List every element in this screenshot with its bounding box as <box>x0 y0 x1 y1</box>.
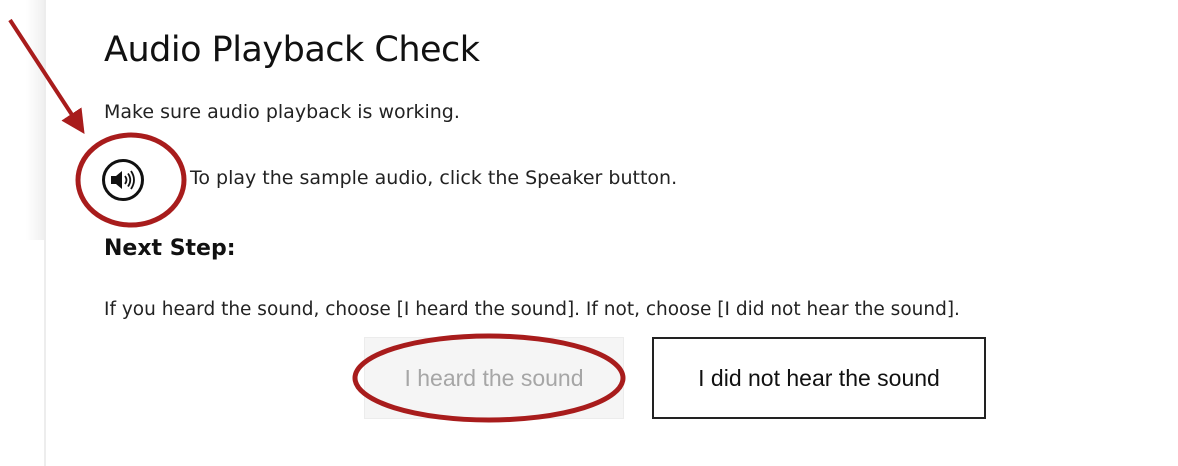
left-panel-shadow <box>26 0 44 240</box>
left-divider <box>44 0 46 466</box>
speaker-button[interactable] <box>102 159 144 201</box>
not-heard-sound-button[interactable]: I did not hear the sound <box>652 337 986 419</box>
page-title: Audio Playback Check <box>104 30 480 70</box>
intro-text: Make sure audio playback is working. <box>104 101 460 123</box>
next-step-heading: Next Step: <box>104 236 236 261</box>
speaker-icon <box>111 170 135 190</box>
heard-sound-button[interactable]: I heard the sound <box>364 337 624 419</box>
audio-check-page: Audio Playback Check Make sure audio pla… <box>0 0 1178 466</box>
speaker-instruction: To play the sample audio, click the Spea… <box>190 167 678 189</box>
choice-instruction: If you heard the sound, choose [I heard … <box>104 299 960 320</box>
